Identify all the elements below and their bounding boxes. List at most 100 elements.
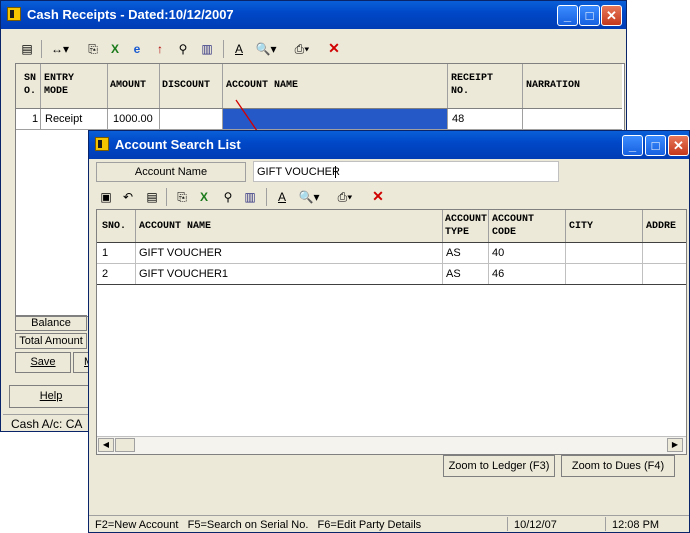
search-minimize-button[interactable]: _	[622, 135, 643, 156]
help-button[interactable]: Help	[9, 385, 93, 408]
save-button-label: Save	[30, 356, 56, 368]
toolbar-separator	[41, 40, 42, 58]
search-toolbar: ▣ ↶ ▤ ⎘ X ⚲ ▥ A 🔍▾ ⎙▾ ✕	[96, 187, 686, 207]
balance-label: Balance	[15, 315, 87, 331]
text-cursor	[335, 166, 336, 178]
account-search-window: Account Search List _ □ ✕ Account Name G…	[88, 130, 690, 533]
toolbar-separator	[223, 40, 224, 58]
row-sno: 1	[102, 247, 109, 259]
zoom-to-dues-label: Zoom to Dues (F4)	[571, 460, 665, 472]
row-account-type: AS	[446, 247, 461, 259]
browser-icon[interactable]: e	[129, 41, 145, 57]
main-title-bar[interactable]: Cash Receipts - Dated:10/12/2007 _ □ ✕	[1, 1, 626, 29]
search-status-bar: F2=New Account F5=Search on Serial No. F…	[89, 515, 689, 533]
col-header-sno: SN O.	[24, 73, 37, 97]
row-receipt-no[interactable]: 48	[452, 113, 464, 125]
results-header-row: SNO. ACCOUNT NAME ACCOUNT TYPE ACCOUNT C…	[97, 210, 686, 243]
col-header-account-type: ACCOUNT TYPE	[445, 214, 488, 238]
status-time-panel: 12:08 PM	[605, 517, 690, 531]
row-entry-mode[interactable]: Receipt	[45, 113, 82, 125]
col-header-address: ADDRE	[646, 221, 677, 232]
row-amount[interactable]: 1000.00	[113, 113, 153, 125]
col-header-sno: SNO.	[102, 221, 127, 232]
undo-icon[interactable]: ↶	[120, 189, 136, 205]
row-account-name-cell[interactable]	[223, 109, 447, 129]
scroll-thumb[interactable]	[115, 438, 135, 452]
row-account-name: GIFT VOUCHER	[139, 247, 222, 259]
printer-icon[interactable]: ⎙▾	[289, 41, 315, 57]
account-name-label: Account Name	[96, 162, 246, 182]
help-button-label: Help	[39, 390, 63, 402]
zoom-to-ledger-label: Zoom to Ledger (F3)	[448, 460, 550, 472]
resize-columns-icon[interactable]: ↔▾	[49, 41, 71, 57]
toolbar-separator	[166, 188, 167, 206]
grid-header-row: SN O. ENTRY MODE AMOUNT DISCOUNT ACCOUNT…	[16, 64, 622, 109]
status-date: 10/12/07	[514, 519, 557, 531]
toolbar-separator	[266, 188, 267, 206]
print-preview-icon[interactable]: 🔍▾	[253, 41, 279, 57]
maximize-button[interactable]: □	[579, 5, 600, 26]
app-icon	[7, 7, 21, 21]
main-toolbar: ▤ ↔▾ ⎘ X e ↑ ⚲ ▥ A 🔍▾ ⎙▾ ✕	[15, 38, 615, 60]
find-icon[interactable]: ⚲	[220, 189, 236, 205]
status-time: 12:08 PM	[612, 519, 660, 531]
chart-icon[interactable]: ▥	[242, 189, 258, 205]
row-sno: 1	[32, 113, 39, 125]
find-icon[interactable]: ⚲	[175, 41, 191, 57]
col-header-amount: AMOUNT	[110, 80, 147, 91]
excel-icon[interactable]: X	[196, 189, 212, 205]
font-icon[interactable]: A	[231, 41, 247, 57]
search-app-icon	[95, 137, 109, 151]
row-account-type: AS	[446, 268, 461, 280]
calculator-icon[interactable]: ▤	[144, 189, 160, 205]
table-row[interactable]: 2 GIFT VOUCHER1 AS 46	[97, 264, 686, 285]
close-button[interactable]: ✕	[601, 5, 622, 26]
printer-icon[interactable]: ⎙▾	[332, 189, 358, 205]
col-header-account-code: ACCOUNT CODE	[492, 214, 535, 238]
table-row[interactable]: 1 Receipt 1000.00 48	[16, 109, 622, 130]
main-status-text: Cash A/c: CA	[11, 417, 83, 431]
col-header-account-name: ACCOUNT NAME	[226, 80, 299, 91]
row-account-code: 46	[492, 268, 505, 280]
search-title-bar[interactable]: Account Search List _ □ ✕	[89, 131, 689, 159]
horizontal-scrollbar[interactable]: ◀ ▶	[97, 436, 686, 454]
calculator-icon[interactable]: ▤	[19, 41, 35, 57]
account-name-input-value: GIFT VOUCHER	[257, 166, 340, 178]
scroll-left-button[interactable]: ◀	[98, 438, 114, 452]
delete-icon[interactable]: ✕	[326, 40, 342, 56]
table-row[interactable]: 1 GIFT VOUCHER AS 40	[97, 243, 686, 264]
print-preview-icon[interactable]: 🔍▾	[296, 189, 322, 205]
col-header-receipt-no: RECEIPT NO.	[451, 73, 494, 97]
zoom-to-dues-button[interactable]: Zoom to Dues (F4)	[561, 455, 675, 477]
col-header-account-name: ACCOUNT NAME	[139, 221, 212, 232]
minimize-button[interactable]: _	[557, 5, 578, 26]
col-header-discount: DISCOUNT	[162, 80, 211, 91]
search-maximize-button[interactable]: □	[645, 135, 666, 156]
chart-icon[interactable]: ▥	[199, 41, 215, 57]
copy-icon[interactable]: ⎘	[85, 41, 101, 57]
search-window-title: Account Search List	[115, 137, 241, 152]
status-date-panel: 10/12/07	[507, 517, 600, 531]
results-grid: SNO. ACCOUNT NAME ACCOUNT TYPE ACCOUNT C…	[96, 209, 687, 455]
up-arrow-icon[interactable]: ↑	[152, 41, 168, 57]
row-sno: 2	[102, 268, 109, 280]
save-icon[interactable]: ▣	[98, 189, 114, 205]
total-amount-label: Total Amount	[15, 333, 87, 349]
main-window-title: Cash Receipts - Dated:10/12/2007	[27, 7, 234, 22]
delete-icon[interactable]: ✕	[370, 188, 386, 204]
excel-icon[interactable]: X	[107, 41, 123, 57]
col-header-city: CITY	[569, 221, 594, 232]
row-discount-cell[interactable]	[160, 109, 222, 129]
status-shortcuts: F2=New Account F5=Search on Serial No. F…	[95, 519, 422, 531]
account-name-input[interactable]: GIFT VOUCHER	[253, 161, 559, 182]
zoom-to-ledger-button[interactable]: Zoom to Ledger (F3)	[443, 455, 555, 477]
search-close-button[interactable]: ✕	[668, 135, 689, 156]
scroll-right-button[interactable]: ▶	[667, 438, 683, 452]
save-button[interactable]: Save	[15, 352, 71, 373]
row-account-code: 40	[492, 247, 505, 259]
col-header-entry-mode: ENTRY MODE	[44, 73, 75, 97]
font-icon[interactable]: A	[274, 189, 290, 205]
copy-icon[interactable]: ⎘	[174, 189, 190, 205]
col-header-narration: NARRATION	[526, 80, 581, 91]
row-account-name: GIFT VOUCHER1	[139, 268, 229, 280]
